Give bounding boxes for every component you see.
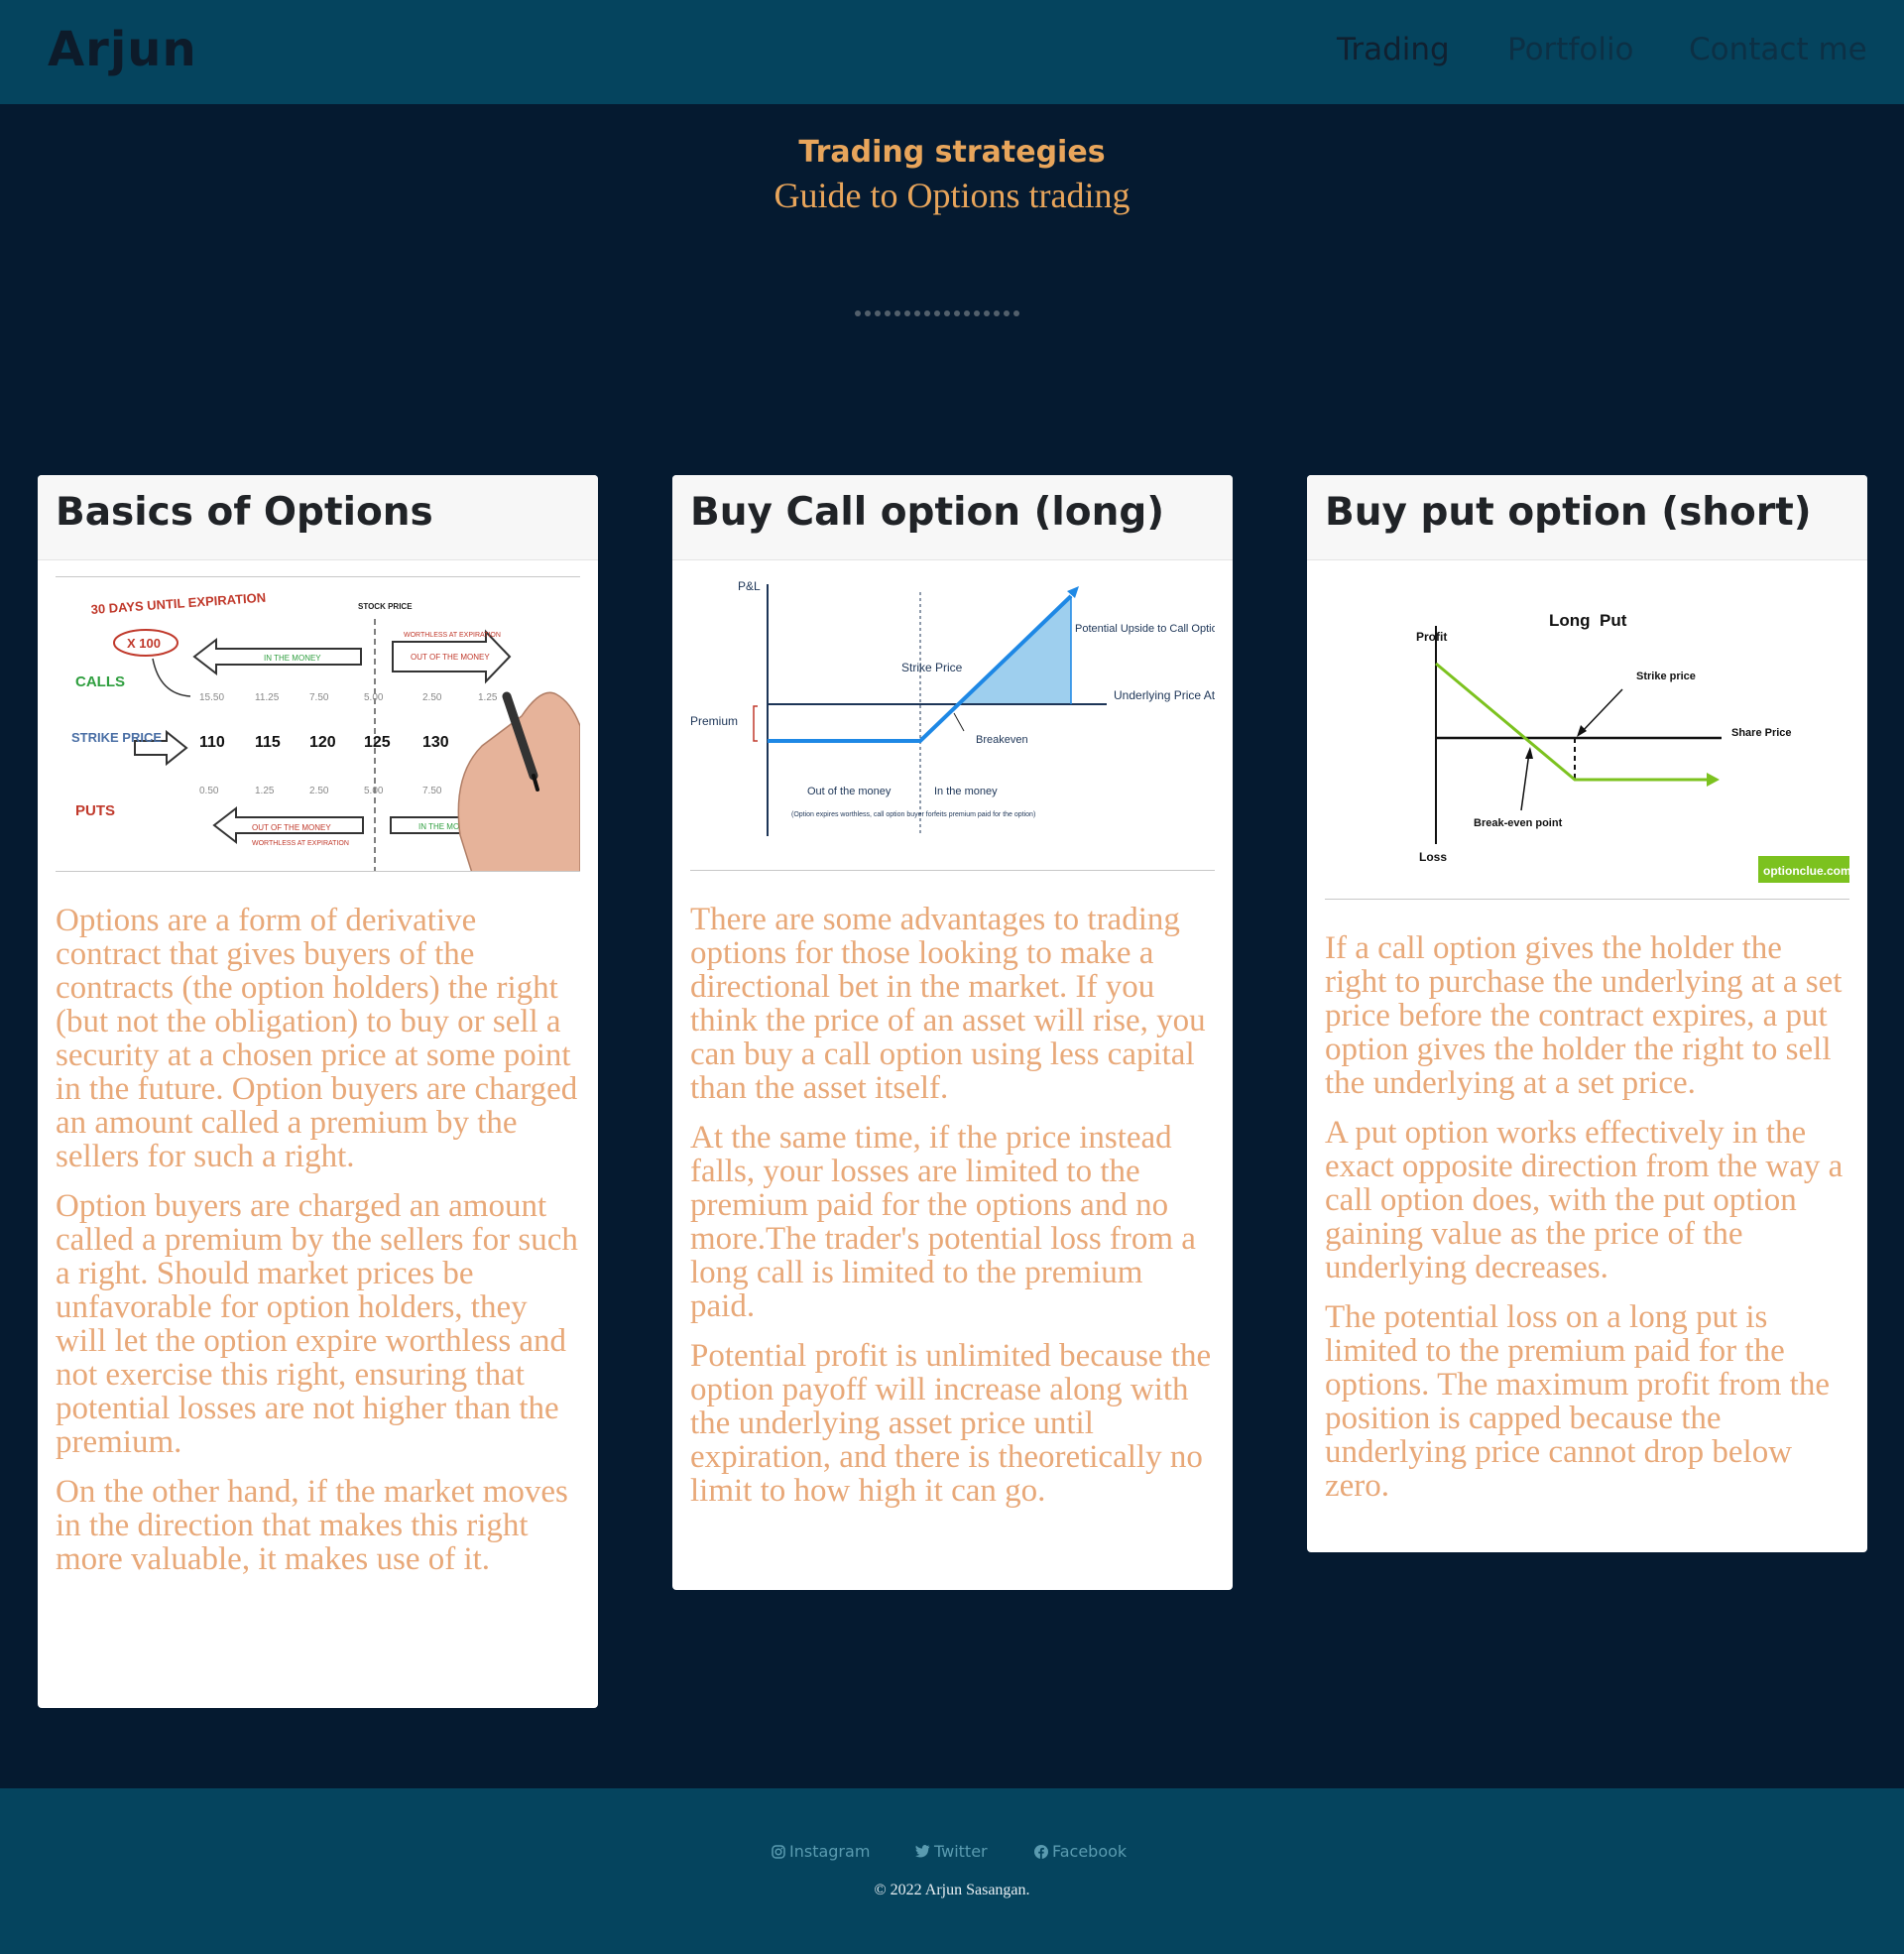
instagram-link[interactable]: Instagram [772,1842,870,1861]
card-header: Buy Call option (long) [672,475,1233,560]
card-basics-of-options: Basics of Options 30 DAYS UNTIL EXPIRATI… [38,475,598,1708]
long-put-payoff-figure: Long Put Profit Loss Strike price Share … [1325,576,1849,900]
strike-value: 130 [422,734,449,751]
card-paragraph: Potential profit is unlimited because th… [690,1338,1212,1509]
fig-put-prices: 0.50 1.25 2.50 5.00 7.50 [199,786,442,796]
card-paragraph: There are some advantages to trading opt… [690,902,1206,1106]
copyright-text: © 2022 Arjun Sasangan. [874,1882,1030,1898]
call-price: 15.50 [199,692,224,703]
put-price: 0.50 [199,786,219,796]
call-price: 7.50 [309,692,329,703]
fig-worthless-top: WORTHLESS AT EXPIRATION [404,632,501,639]
instagram-label: Instagram [789,1842,871,1861]
call-price: 5.00 [364,692,384,703]
fig-breakeven: Break-even point [1474,817,1563,829]
fig-call-prices: 15.50 11.25 7.50 5.00 2.50 1.25 [199,692,498,703]
fig-strike: Strike price [1636,671,1696,682]
strike-value: 120 [309,734,336,751]
fig-heading: 30 DAYS UNTIL EXPIRATION [90,590,266,617]
nav-link-trading[interactable]: Trading [1337,32,1450,67]
put-price: 7.50 [422,786,442,796]
fig-profit: Profit [1416,630,1447,644]
twitter-label: Twitter [934,1842,988,1861]
fig-calls: CALLS [75,673,125,690]
fig-out-of-money-top: OUT OF THE MONEY [411,653,490,662]
card-title: Buy Call option (long) [690,490,1165,535]
hand-illustration [457,691,580,871]
fig-source: optionclue.com [1763,864,1849,878]
facebook-icon [1034,1844,1048,1859]
long-call-payoff-figure: P&L Strike Price Premium Potential Upsid… [690,576,1215,871]
call-price: 11.25 [255,692,280,703]
card-title: Basics of Options [56,490,433,535]
call-price: 2.50 [422,692,442,703]
fig-strike-price: STRIKE PRICE [71,730,162,745]
fig-share: Share Price [1731,727,1792,739]
card-header: Buy put option (short) [1307,475,1867,560]
twitter-link[interactable]: Twitter [915,1842,988,1861]
footer: Instagram Twitter Facebook © 2022 Arjun … [0,1788,1904,1954]
fig-in-the-money: IN THE MONEY [264,654,321,663]
card-paragraph: The potential loss on a long put is limi… [1325,1299,1830,1504]
card-paragraph: Options are a form of derivative contrac… [56,903,578,1174]
card-paragraph: At the same time, if the price instead f… [690,1120,1196,1324]
fig-strike: Strike Price [901,661,963,674]
navbar: Arjun Trading Portfolio Contact me [0,0,1904,104]
fig-pl: P&L [738,579,761,593]
card-buy-call-option: Buy Call option (long) P&L Strike Price … [672,475,1233,1590]
twitter-icon [915,1845,930,1858]
fig-breakeven: Breakeven [976,734,1028,746]
fig-note: (Option expires worthless, call option b… [791,811,1035,818]
fig-strikes: 110 115 120 125 130 [199,734,449,751]
put-price: 2.50 [309,786,329,796]
put-price: 5.00 [364,786,384,796]
card-paragraph: Option buyers are charged an amount call… [56,1188,578,1460]
card-paragraph: A put option works effectively in the ex… [1325,1115,1844,1285]
dots-divider [855,310,1019,316]
fig-worthless-bottom: WORTHLESS AT EXPIRATION [252,840,349,847]
facebook-label: Facebook [1052,1842,1128,1861]
fig-out-of-money-bottom: OUT OF THE MONEY [252,823,331,832]
fig-multiplier: X 100 [127,636,161,651]
card-paragraph: If a call option gives the holder the ri… [1325,930,1843,1101]
fig-underlying: Underlying Price At Expiration [1114,688,1215,702]
fig-otm: Out of the money [807,786,892,797]
fig-premium: Premium [690,714,738,728]
nav-link-portfolio[interactable]: Portfolio [1507,32,1634,67]
call-price: 1.25 [478,692,498,703]
nav-link-contact[interactable]: Contact me [1689,32,1867,67]
strike-value: 125 [364,734,391,751]
brand-logo[interactable]: Arjun [48,22,197,77]
strike-value: 115 [255,734,281,751]
card-header: Basics of Options [38,475,598,560]
page-subtitle: Guide to Options trading [774,176,1130,215]
fig-puts: PUTS [75,802,115,819]
fig-itm: In the money [934,786,998,797]
fig-upside: Potential Upside to Call Option Buyer [1075,623,1215,635]
options-chain-figure: 30 DAYS UNTIL EXPIRATION STOCK PRICE X 1… [56,576,580,872]
strike-value: 110 [199,734,225,751]
put-price: 1.25 [255,786,275,796]
card-title: Buy put option (short) [1325,490,1812,535]
fig-loss: Loss [1419,850,1447,864]
page-title: Trading strategies [798,135,1106,170]
fig-title: Long Put [1549,611,1627,630]
facebook-link[interactable]: Facebook [1034,1842,1127,1861]
fig-stock-price: STOCK PRICE [358,602,413,611]
card-paragraph: On the other hand, if the market moves i… [56,1474,568,1577]
instagram-icon [772,1844,785,1859]
card-buy-put-option: Buy put option (short) Long Put Profit L… [1307,475,1867,1552]
